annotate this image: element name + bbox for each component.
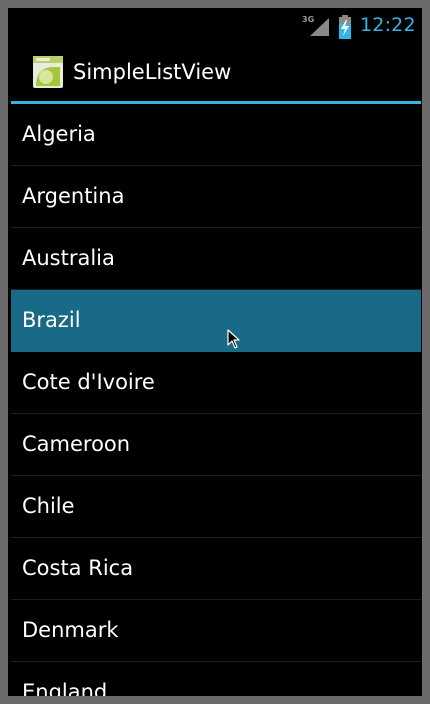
android-app-icon[interactable] [32,55,64,89]
list-item-label: Algeria [22,122,96,146]
list-item-label: England [22,680,108,696]
list-item[interactable]: Chile [11,476,421,538]
list-item-label: Argentina [22,184,125,208]
list-item-label: Denmark [22,618,119,642]
list-item[interactable]: Argentina [11,166,421,228]
clock: 12:22 [360,14,416,36]
signal-icon [310,18,329,36]
list-item[interactable]: Costa Rica [11,538,421,600]
list-item[interactable]: Denmark [11,600,421,662]
device-screen: 3G 12:22 SimpleListView Algeria Argentin… [8,8,422,696]
list-item-label: Cameroon [22,432,131,456]
list-item[interactable]: Algeria [11,104,421,166]
status-bar: 3G 12:22 [8,8,422,44]
emulator-frame: 3G 12:22 SimpleListView Algeria Argentin… [0,0,430,704]
mouse-cursor-icon [227,329,240,349]
list-item-label: Cote d'Ivoire [22,370,155,394]
battery-charging-icon [339,15,351,39]
list-item-label: Brazil [22,308,81,332]
list-item[interactable]: Cote d'Ivoire [11,352,421,414]
country-list[interactable]: Algeria Argentina Australia Brazil Cote d'Iv… [11,104,421,696]
list-item-label: Chile [22,494,75,518]
list-item-selected[interactable]: Brazil [11,290,421,352]
list-item[interactable]: Australia [11,228,421,290]
action-bar: SimpleListView [8,44,422,102]
list-item-label: Costa Rica [22,556,134,580]
app-title: SimpleListView [73,60,232,84]
list-item-label: Australia [22,246,115,270]
list-item[interactable]: Cameroon [11,414,421,476]
list-item[interactable]: England [11,662,421,696]
